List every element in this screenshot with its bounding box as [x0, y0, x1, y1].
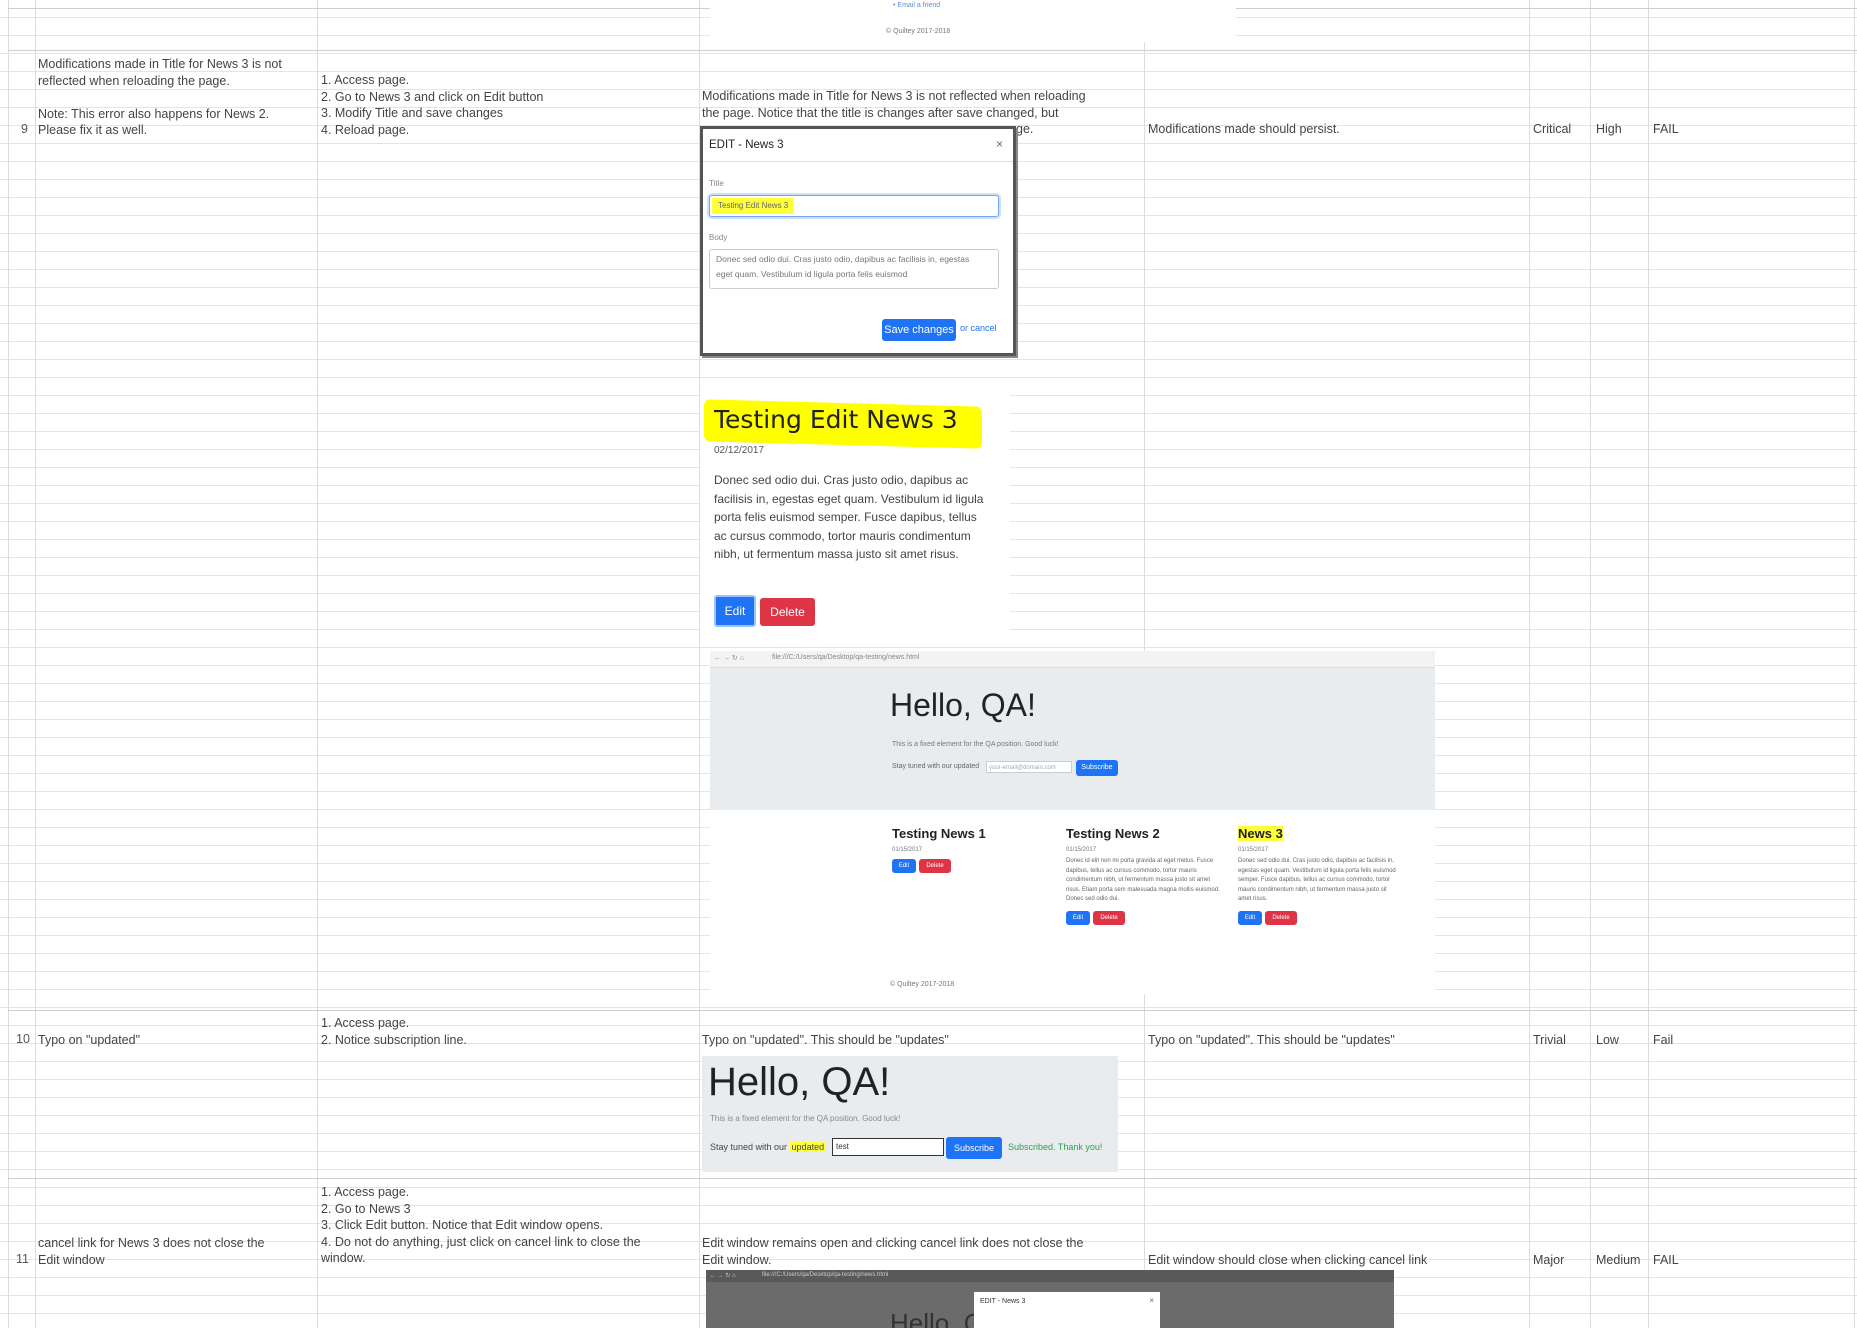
steps-cell[interactable]: 1. Access page. 2. Notice subscription l…	[321, 1015, 691, 1048]
subscribe-text-prefix: Stay tuned with our	[710, 1142, 790, 1152]
previous-screenshot-fragment: • Email a friend © Quiltey 2017-2018	[710, 0, 1236, 42]
browser-address-bar: ← → ↻ ⌂ file:///C:/Users/qa/Desktop/qa-t…	[706, 1270, 1394, 1282]
body-textarea[interactable]: Donec sed odio dui. Cras justo odio, dap…	[709, 249, 999, 289]
news-card-screenshot: Testing Edit News 3 02/12/2017 Donec sed…	[700, 393, 1010, 643]
news-body: Donec sed odio dui. Cras justo odio, dap…	[1238, 858, 1396, 902]
subscribed-message: Subscribed. Thank you!	[1008, 1142, 1103, 1152]
summary-cell[interactable]: Modifications made in Title for News 3 i…	[38, 56, 316, 139]
edit-button[interactable]: Edit	[892, 859, 916, 873]
news-title: Testing News 1	[892, 826, 986, 841]
news-title: News 3	[1238, 826, 1283, 841]
cancel-link[interactable]: or cancel	[960, 323, 997, 333]
save-changes-button[interactable]: Save changes	[882, 319, 956, 341]
title-input[interactable]: Testing Edit News 3	[709, 195, 999, 217]
email-input[interactable]: test	[832, 1138, 944, 1156]
browser-address-bar: ← → ↻ ⌂ file:///C:/Users/qa/Desktop/qa-t…	[710, 651, 1435, 668]
expected-result-cell[interactable]: Typo on "updated". This should be "updat…	[1148, 1032, 1528, 1049]
hello-heading: Hello, QA!	[890, 687, 1036, 723]
news-date: 01/15/2017	[892, 847, 923, 853]
news-body: Donec id elit non mi porta gravida at eg…	[1066, 858, 1220, 902]
modal-title: EDIT - News 3	[709, 139, 784, 151]
hello-heading: Hello, QA!	[708, 1060, 891, 1104]
back-icon[interactable]: ← → ↻ ⌂	[714, 654, 744, 662]
subscribe-text: Stay tuned with our updated	[710, 1142, 827, 1152]
actual-result-overflow: ge.	[1016, 122, 1034, 136]
back-icon[interactable]: ← → ↻ ⌂	[710, 1272, 736, 1279]
steps-cell[interactable]: 1. Access page. 2. Go to News 3 3. Click…	[321, 1184, 699, 1267]
priority-cell[interactable]: Low	[1596, 1032, 1619, 1049]
severity-cell[interactable]: Trivial	[1533, 1032, 1566, 1049]
subscribe-button[interactable]: Subscribe	[1076, 760, 1118, 776]
news-item-3: News 3 01/15/2017 Donec sed odio dui. Cr…	[1238, 825, 1398, 925]
col-border	[35, 0, 36, 1328]
actual-result-cell[interactable]: Edit window remains open and clicking ca…	[702, 1235, 1142, 1268]
edit-modal: EDIT - News 3 ×	[974, 1292, 1160, 1328]
col-border	[1529, 0, 1530, 1328]
severity-cell[interactable]: Major	[1533, 1252, 1564, 1269]
close-icon[interactable]: ×	[1149, 1296, 1154, 1305]
title-input-value: Testing Edit News 3	[712, 198, 795, 214]
summary-cell[interactable]: cancel link for News 3 does not close th…	[38, 1235, 316, 1268]
summary-cell[interactable]: Typo on "updated"	[38, 1032, 316, 1049]
status-cell[interactable]: FAIL	[1653, 1252, 1679, 1269]
col-border	[1854, 0, 1855, 1328]
modal-divider	[703, 161, 1013, 162]
subscribe-text: Stay tuned with our updated	[892, 763, 980, 770]
expected-result-cell[interactable]: Edit window should close when clicking c…	[1148, 1252, 1528, 1269]
actual-result-cell[interactable]: Typo on "updated". This should be "updat…	[702, 1032, 1142, 1049]
col-border	[1648, 0, 1649, 1328]
edit-button[interactable]: Edit	[1066, 910, 1090, 925]
subscribe-button[interactable]: Subscribe	[946, 1137, 1002, 1159]
news-date: 01/15/2017	[1238, 847, 1269, 853]
footer-text: © Quiltey 2017-2018	[890, 981, 955, 988]
typo-screenshot: Hello, QA! This is a fixed element for t…	[702, 1056, 1118, 1172]
news-date: 01/15/2017	[1066, 847, 1097, 853]
title-label: Title	[709, 179, 724, 188]
col-border	[8, 0, 9, 1328]
news-item-2: Testing News 2 01/15/2017 Donec id elit …	[1066, 825, 1226, 925]
edit-modal-screenshot: EDIT - News 3 × Title Testing Edit News …	[700, 126, 1016, 356]
row-number[interactable]: 11	[16, 1252, 29, 1266]
body-label: Body	[709, 233, 728, 242]
expected-result-cell[interactable]: Modifications made should persist.	[1148, 121, 1340, 138]
news-date: 02/12/2017	[714, 445, 765, 456]
news-title: Testing Edit News 3	[714, 405, 958, 434]
row-border	[8, 50, 1857, 51]
priority-cell[interactable]: High	[1596, 121, 1622, 138]
typo-highlight: updated	[789, 1142, 827, 1152]
modal-title: EDIT - News 3	[980, 1298, 1026, 1305]
cancel-modal-screenshot: ← → ↻ ⌂ file:///C:/Users/qa/Desktop/qa-t…	[706, 1270, 1394, 1328]
actual-result-cell[interactable]: Modifications made in Title for News 3 i…	[702, 88, 1142, 121]
col-border	[1590, 0, 1591, 1328]
email-input[interactable]: your-email@domain.com	[986, 761, 1072, 773]
delete-button[interactable]: Delete	[1093, 910, 1125, 925]
footer-text: © Quiltey 2017-2018	[886, 28, 951, 35]
lead-text: This is a fixed element for the QA posit…	[710, 1114, 901, 1123]
status-cell[interactable]: FAIL	[1653, 121, 1679, 138]
news-body: Donec sed odio dui. Cras justo odio, dap…	[714, 473, 984, 561]
status-cell[interactable]: Fail	[1653, 1032, 1673, 1049]
news-item-1: Testing News 1 01/15/2017 Edit Delete	[892, 825, 1052, 873]
steps-cell[interactable]: 1. Access page. 2. Go to News 3 and clic…	[321, 72, 691, 138]
edit-button[interactable]: Edit	[714, 595, 756, 627]
delete-button[interactable]: Delete	[1265, 910, 1297, 925]
delete-button[interactable]: Delete	[760, 598, 815, 626]
row-number[interactable]: 10	[16, 1032, 30, 1046]
lead-text: This is a fixed element for the QA posit…	[892, 741, 1059, 748]
edit-button[interactable]: Edit	[1238, 910, 1262, 925]
row-border	[8, 1178, 1857, 1179]
email-friend-link[interactable]: • Email a friend	[893, 2, 940, 9]
severity-cell[interactable]: Critical	[1533, 121, 1571, 138]
news-title: Testing News 2	[1066, 826, 1160, 841]
priority-cell[interactable]: Medium	[1596, 1252, 1640, 1269]
url-text[interactable]: file:///C:/Users/qa/Desktop/qa-testing/n…	[772, 654, 919, 661]
home-page-screenshot: ← → ↻ ⌂ file:///C:/Users/qa/Desktop/qa-t…	[710, 651, 1435, 994]
delete-button[interactable]: Delete	[919, 859, 951, 873]
url-text[interactable]: file:///C:/Users/qa/Desktop/qa-testing/n…	[762, 1272, 888, 1278]
row-number[interactable]: 9	[21, 122, 28, 136]
jumbotron	[710, 668, 1435, 810]
row-border	[8, 1010, 1857, 1011]
col-border	[317, 0, 318, 1328]
close-icon[interactable]: ×	[996, 137, 1003, 151]
